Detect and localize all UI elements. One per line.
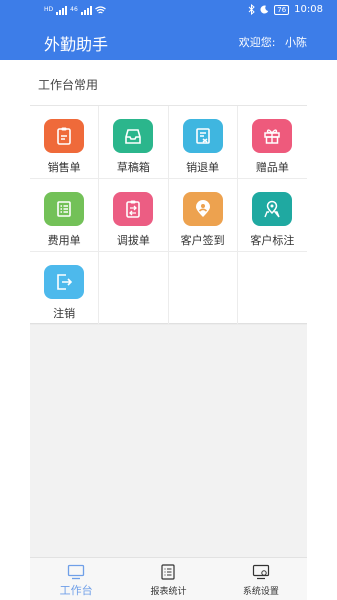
signal-icon xyxy=(56,5,68,15)
transfer-order-label: 调拔单 xyxy=(116,234,150,247)
sales-order-label: 销售单 xyxy=(47,161,81,174)
return-document-icon xyxy=(195,128,210,144)
moon-icon xyxy=(260,5,269,14)
nav-reports-label: 报表统计 xyxy=(150,587,187,597)
network-indicators: HD 46 xyxy=(44,5,106,15)
sales-return-tile xyxy=(182,119,223,153)
sales-return-label: 销退单 xyxy=(186,161,220,174)
bluetooth-icon xyxy=(248,4,255,15)
inbox-tray-icon xyxy=(125,129,142,144)
transfer-clipboard-icon xyxy=(126,200,141,218)
app-sales-order[interactable]: 销售单 xyxy=(30,106,100,179)
desktop-icon xyxy=(68,564,85,580)
empty-cell xyxy=(168,252,238,325)
network-tag-46: 46 xyxy=(70,6,78,13)
app-grid: 销售单 草稿箱 销退单 赠品单 费用单 调拔单 客户签到 客户标注 注销 xyxy=(30,106,307,325)
app-expense-order[interactable]: 费用单 xyxy=(30,179,100,252)
section-header: 工作台常用 xyxy=(30,60,307,106)
transfer-order-tile xyxy=(113,192,154,226)
network-tag-hd: HD xyxy=(44,6,54,13)
customer-mark-label: 客户标注 xyxy=(250,234,295,247)
clipboard-edit-icon xyxy=(57,127,71,145)
customer-checkin-label: 客户签到 xyxy=(180,234,225,247)
nav-reports[interactable]: 报表统计 xyxy=(122,558,214,600)
status-bar: HD 46 76 10:08 xyxy=(0,0,337,22)
wifi-icon xyxy=(94,5,106,13)
welcome-text: 欢迎您: 小陈 xyxy=(239,34,307,50)
app-customer-checkin[interactable]: 客户签到 xyxy=(168,179,238,252)
expense-order-label: 费用单 xyxy=(47,234,81,247)
gift-order-tile xyxy=(251,119,292,153)
report-list-icon xyxy=(161,564,176,580)
app-sales-return[interactable]: 销退单 xyxy=(168,106,238,179)
expense-list-icon xyxy=(57,201,71,217)
customer-mark-tile xyxy=(251,192,292,226)
app-drafts[interactable]: 草稿箱 xyxy=(99,106,169,179)
app-header: 外勤助手 欢迎您: 小陈 xyxy=(0,22,337,60)
welcome-label: 欢迎您: xyxy=(238,36,276,49)
logout-icon xyxy=(57,274,73,290)
logout-tile xyxy=(44,265,84,299)
main-content: 工作台常用 销售单 草稿箱 销退单 赠品单 费用单 调拔单 客户签到 客户标注 … xyxy=(30,60,307,557)
bottom-nav: 工作台 报表统计 系统设置 xyxy=(30,557,307,600)
nav-workbench-label: 工作台 xyxy=(59,584,93,597)
empty-cell xyxy=(99,252,169,325)
user-name: 小陈 xyxy=(285,36,307,49)
app-customer-mark[interactable]: 客户标注 xyxy=(237,179,307,252)
app-transfer-order[interactable]: 调拔单 xyxy=(99,179,169,252)
section-title: 工作台常用 xyxy=(38,78,99,92)
logout-label: 注销 xyxy=(53,307,76,320)
app-gift-order[interactable]: 赠品单 xyxy=(237,106,307,179)
app-logout[interactable]: 注销 xyxy=(30,252,100,325)
drafts-tile xyxy=(113,119,154,153)
app-title: 外勤助手 xyxy=(44,35,109,54)
expense-order-tile xyxy=(44,192,84,226)
status-time: 10:08 xyxy=(294,4,323,15)
customer-checkin-tile xyxy=(182,192,223,226)
gift-icon xyxy=(264,129,280,144)
sales-order-tile xyxy=(44,119,84,153)
map-pin-icon xyxy=(264,200,280,218)
nav-workbench[interactable]: 工作台 xyxy=(30,558,122,600)
settings-monitor-icon xyxy=(252,564,269,580)
gift-order-label: 赠品单 xyxy=(255,161,289,174)
status-right: 76 10:08 xyxy=(248,4,323,15)
nav-settings[interactable]: 系统设置 xyxy=(215,558,307,600)
battery-icon: 76 xyxy=(274,4,290,15)
empty-cell xyxy=(237,252,307,325)
app-screen: HD 46 76 10:08 外勤助手 欢迎您: 小陈 工作台常用 销售单 草稿… xyxy=(0,0,337,600)
drafts-label: 草稿箱 xyxy=(116,161,150,174)
nav-settings-label: 系统设置 xyxy=(242,587,279,597)
signal-icon-2 xyxy=(80,5,92,15)
location-person-icon xyxy=(195,200,210,217)
